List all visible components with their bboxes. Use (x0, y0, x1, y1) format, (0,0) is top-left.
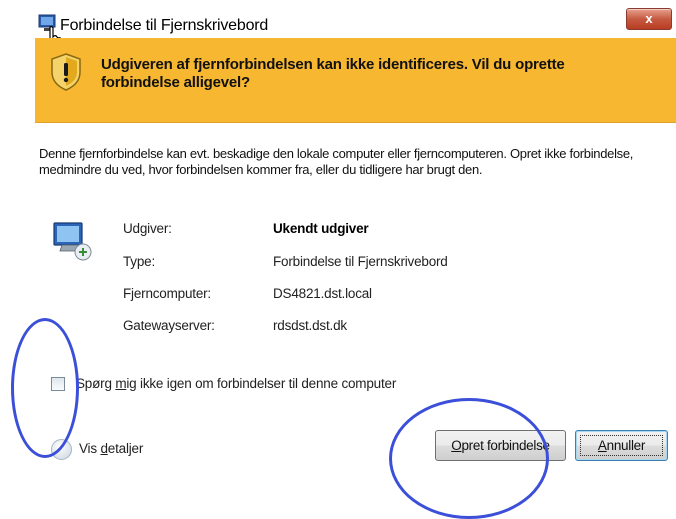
remote-computer-icon (53, 222, 92, 261)
warning-description: Denne fjernforbindelse kan evt. beskadig… (39, 146, 634, 177)
publisher-label: Udgiver: (123, 221, 172, 236)
title-bar: Forbindelse til Fjernskrivebord x (0, 0, 676, 36)
gateway-server-label: Gatewayserver: (123, 318, 215, 333)
remote-desktop-warning-dialog: Forbindelse til Fjernskrivebord x Udgive… (0, 0, 676, 519)
dont-ask-again-label[interactable]: Spørg mig ikke igen om forbindelser til … (76, 376, 396, 391)
shield-warning-icon (51, 53, 81, 91)
details-accesskey: d (100, 441, 108, 456)
publisher-value: Ukendt udgiver (273, 221, 369, 236)
details-label-rest: etaljer (107, 441, 144, 456)
show-details-label[interactable]: Vis detaljer (79, 441, 143, 456)
dont-ask-label-rest: ig ikke igen om forbindelser til denne c… (126, 376, 397, 391)
gateway-server-value: rdsdst.dst.dk (273, 318, 347, 333)
connect-button[interactable]: Opret forbindelse (435, 430, 566, 461)
warning-message: Udgiveren af fjernforbindelsen kan ikke … (101, 56, 565, 91)
remote-computer-value: DS4821.dst.local (273, 286, 372, 301)
window-title: Forbindelse til Fjernskrivebord (60, 17, 269, 34)
type-label: Type: (123, 254, 156, 269)
dont-ask-accesskey: m (115, 376, 127, 391)
details-label-part: Vis (79, 441, 101, 456)
focus-rectangle (580, 435, 663, 456)
remote-computer-label: Fjerncomputer: (123, 286, 211, 301)
close-icon: x (645, 11, 653, 26)
cancel-button[interactable]: Annuller (575, 430, 668, 461)
dialog-content: Denne fjernforbindelse kan evt. beskadig… (35, 123, 676, 519)
dont-ask-label-part: Spørg (76, 376, 116, 391)
warning-banner: Udgiveren af fjernforbindelsen kan ikke … (35, 38, 676, 123)
type-value: Forbindelse til Fjernskrivebord (273, 254, 448, 269)
connect-accesskey: O (451, 438, 462, 453)
dont-ask-again-checkbox[interactable] (51, 377, 65, 391)
close-button[interactable]: x (626, 8, 672, 30)
show-details-toggle[interactable] (51, 439, 72, 460)
connect-label: pret forbindelse (461, 438, 550, 453)
